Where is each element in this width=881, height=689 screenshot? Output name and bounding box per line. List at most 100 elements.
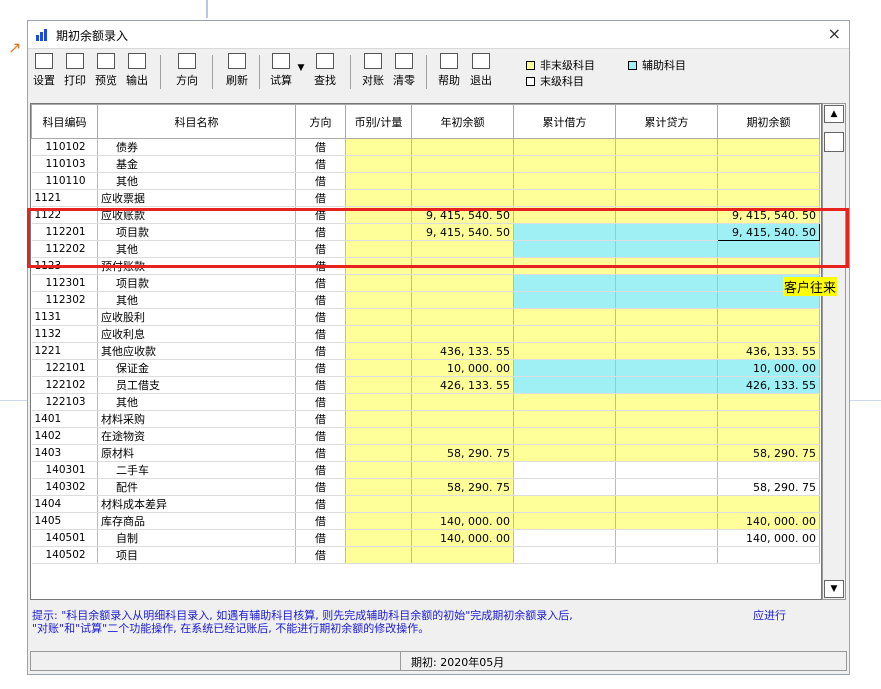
table-row[interactable]: 122103 其他借	[31, 393, 820, 411]
cell-close-balance[interactable]: 436, 133. 55	[717, 342, 820, 360]
cell-name[interactable]: 债券	[97, 138, 296, 156]
cell-name[interactable]: 应收股利	[97, 308, 296, 326]
table-row[interactable]: 1131 应收股利借	[31, 308, 820, 326]
exit-button[interactable]: 退出	[466, 53, 496, 91]
cell-debit[interactable]	[513, 461, 616, 479]
cell-name[interactable]: 保证金	[97, 359, 296, 377]
table-row[interactable]: 1132 应收利息借	[31, 325, 820, 343]
cell-credit[interactable]	[615, 325, 718, 343]
cell-name[interactable]: 项目	[97, 546, 296, 564]
cell-dir[interactable]: 借	[295, 325, 346, 343]
help-button[interactable]: 帮助	[434, 53, 464, 91]
cell-open-balance[interactable]	[411, 495, 514, 513]
preview-button[interactable]: 预览	[91, 53, 121, 91]
cell-open-balance[interactable]	[411, 172, 514, 190]
cell-credit[interactable]	[615, 342, 718, 360]
cell-credit[interactable]	[615, 546, 718, 564]
cell-dir[interactable]: 借	[295, 376, 346, 394]
cell-code[interactable]: 1121	[31, 189, 98, 207]
trial-balance-button[interactable]: 试算	[266, 53, 296, 91]
cell-currency[interactable]	[345, 427, 412, 445]
trial-balance-dropdown[interactable]: ▼	[296, 63, 306, 101]
close-icon[interactable]: ×	[828, 24, 841, 43]
cell-currency[interactable]	[345, 444, 412, 462]
cell-debit[interactable]	[513, 155, 616, 173]
cell-credit[interactable]	[615, 308, 718, 326]
cell-credit[interactable]	[615, 189, 718, 207]
table-row[interactable]: 1404 材料成本差异借	[31, 495, 820, 513]
cell-currency[interactable]	[345, 291, 412, 309]
table-row[interactable]: 140502 项目借	[31, 546, 820, 564]
cell-dir[interactable]: 借	[295, 172, 346, 190]
cell-name[interactable]: 自制	[97, 529, 296, 547]
column-header[interactable]: 期初余额	[717, 104, 820, 139]
cell-debit[interactable]	[513, 427, 616, 445]
cell-name[interactable]: 在途物资	[97, 427, 296, 445]
direction-button[interactable]: 方向	[172, 53, 202, 91]
cell-name[interactable]: 员工借支	[97, 376, 296, 394]
cell-close-balance[interactable]	[717, 495, 820, 513]
cell-debit[interactable]	[513, 325, 616, 343]
cell-debit[interactable]	[513, 478, 616, 496]
cell-credit[interactable]	[615, 138, 718, 156]
cell-dir[interactable]: 借	[295, 342, 346, 360]
table-row[interactable]: 122102 员工借支借 426, 133. 55 426, 133. 55	[31, 376, 820, 394]
cell-close-balance[interactable]: 426, 133. 55	[717, 376, 820, 394]
cell-code[interactable]: 140501	[31, 529, 98, 547]
cell-credit[interactable]	[615, 172, 718, 190]
clear-button[interactable]: 清零	[389, 53, 419, 91]
cell-currency[interactable]	[345, 172, 412, 190]
cell-dir[interactable]: 借	[295, 444, 346, 462]
cell-code[interactable]: 140302	[31, 478, 98, 496]
cell-currency[interactable]	[345, 308, 412, 326]
scroll-up-icon[interactable]: ▲	[824, 105, 844, 123]
cell-open-balance[interactable]	[411, 546, 514, 564]
table-row[interactable]: 1403 原材料借 58, 290. 75 58, 290. 75	[31, 444, 820, 462]
cell-code[interactable]: 1401	[31, 410, 98, 428]
cell-dir[interactable]: 借	[295, 138, 346, 156]
cell-name[interactable]: 库存商品	[97, 512, 296, 530]
table-row[interactable]: 112301 项目款借	[31, 274, 820, 292]
reconcile-button[interactable]: 对账	[358, 53, 388, 91]
cell-open-balance[interactable]	[411, 138, 514, 156]
cell-close-balance[interactable]: 140, 000. 00	[717, 529, 820, 547]
cell-close-balance[interactable]: 58, 290. 75	[717, 444, 820, 462]
cell-currency[interactable]	[345, 138, 412, 156]
cell-code[interactable]: 110102	[31, 138, 98, 156]
cell-code[interactable]: 1132	[31, 325, 98, 343]
vertical-scrollbar[interactable]: ▲ ▼	[822, 103, 846, 600]
cell-dir[interactable]: 借	[295, 308, 346, 326]
cell-open-balance[interactable]	[411, 274, 514, 292]
cell-name[interactable]: 其他	[97, 291, 296, 309]
cell-credit[interactable]	[615, 444, 718, 462]
cell-debit[interactable]	[513, 495, 616, 513]
cell-close-balance[interactable]	[717, 393, 820, 411]
cell-dir[interactable]: 借	[295, 529, 346, 547]
cell-close-balance[interactable]	[717, 138, 820, 156]
cell-dir[interactable]: 借	[295, 291, 346, 309]
cell-credit[interactable]	[615, 376, 718, 394]
cell-currency[interactable]	[345, 529, 412, 547]
cell-open-balance[interactable]: 10, 000. 00	[411, 359, 514, 377]
cell-code[interactable]: 122102	[31, 376, 98, 394]
cell-debit[interactable]	[513, 172, 616, 190]
cell-code[interactable]: 140502	[31, 546, 98, 564]
cell-name[interactable]: 材料成本差异	[97, 495, 296, 513]
cell-close-balance[interactable]: 10, 000. 00	[717, 359, 820, 377]
cell-open-balance[interactable]	[411, 308, 514, 326]
cell-close-balance[interactable]	[717, 461, 820, 479]
cell-debit[interactable]	[513, 342, 616, 360]
cell-name[interactable]: 应收利息	[97, 325, 296, 343]
column-header[interactable]: 科目编码	[31, 104, 98, 139]
cell-code[interactable]: 1402	[31, 427, 98, 445]
cell-currency[interactable]	[345, 376, 412, 394]
cell-open-balance[interactable]	[411, 427, 514, 445]
cell-credit[interactable]	[615, 529, 718, 547]
cell-debit[interactable]	[513, 308, 616, 326]
table-row[interactable]: 1121 应收票据借	[31, 189, 820, 207]
cell-open-balance[interactable]	[411, 461, 514, 479]
column-header[interactable]: 年初余额	[411, 104, 514, 139]
cell-name[interactable]: 其他应收款	[97, 342, 296, 360]
cell-credit[interactable]	[615, 478, 718, 496]
cell-close-balance[interactable]: 140, 000. 00	[717, 512, 820, 530]
